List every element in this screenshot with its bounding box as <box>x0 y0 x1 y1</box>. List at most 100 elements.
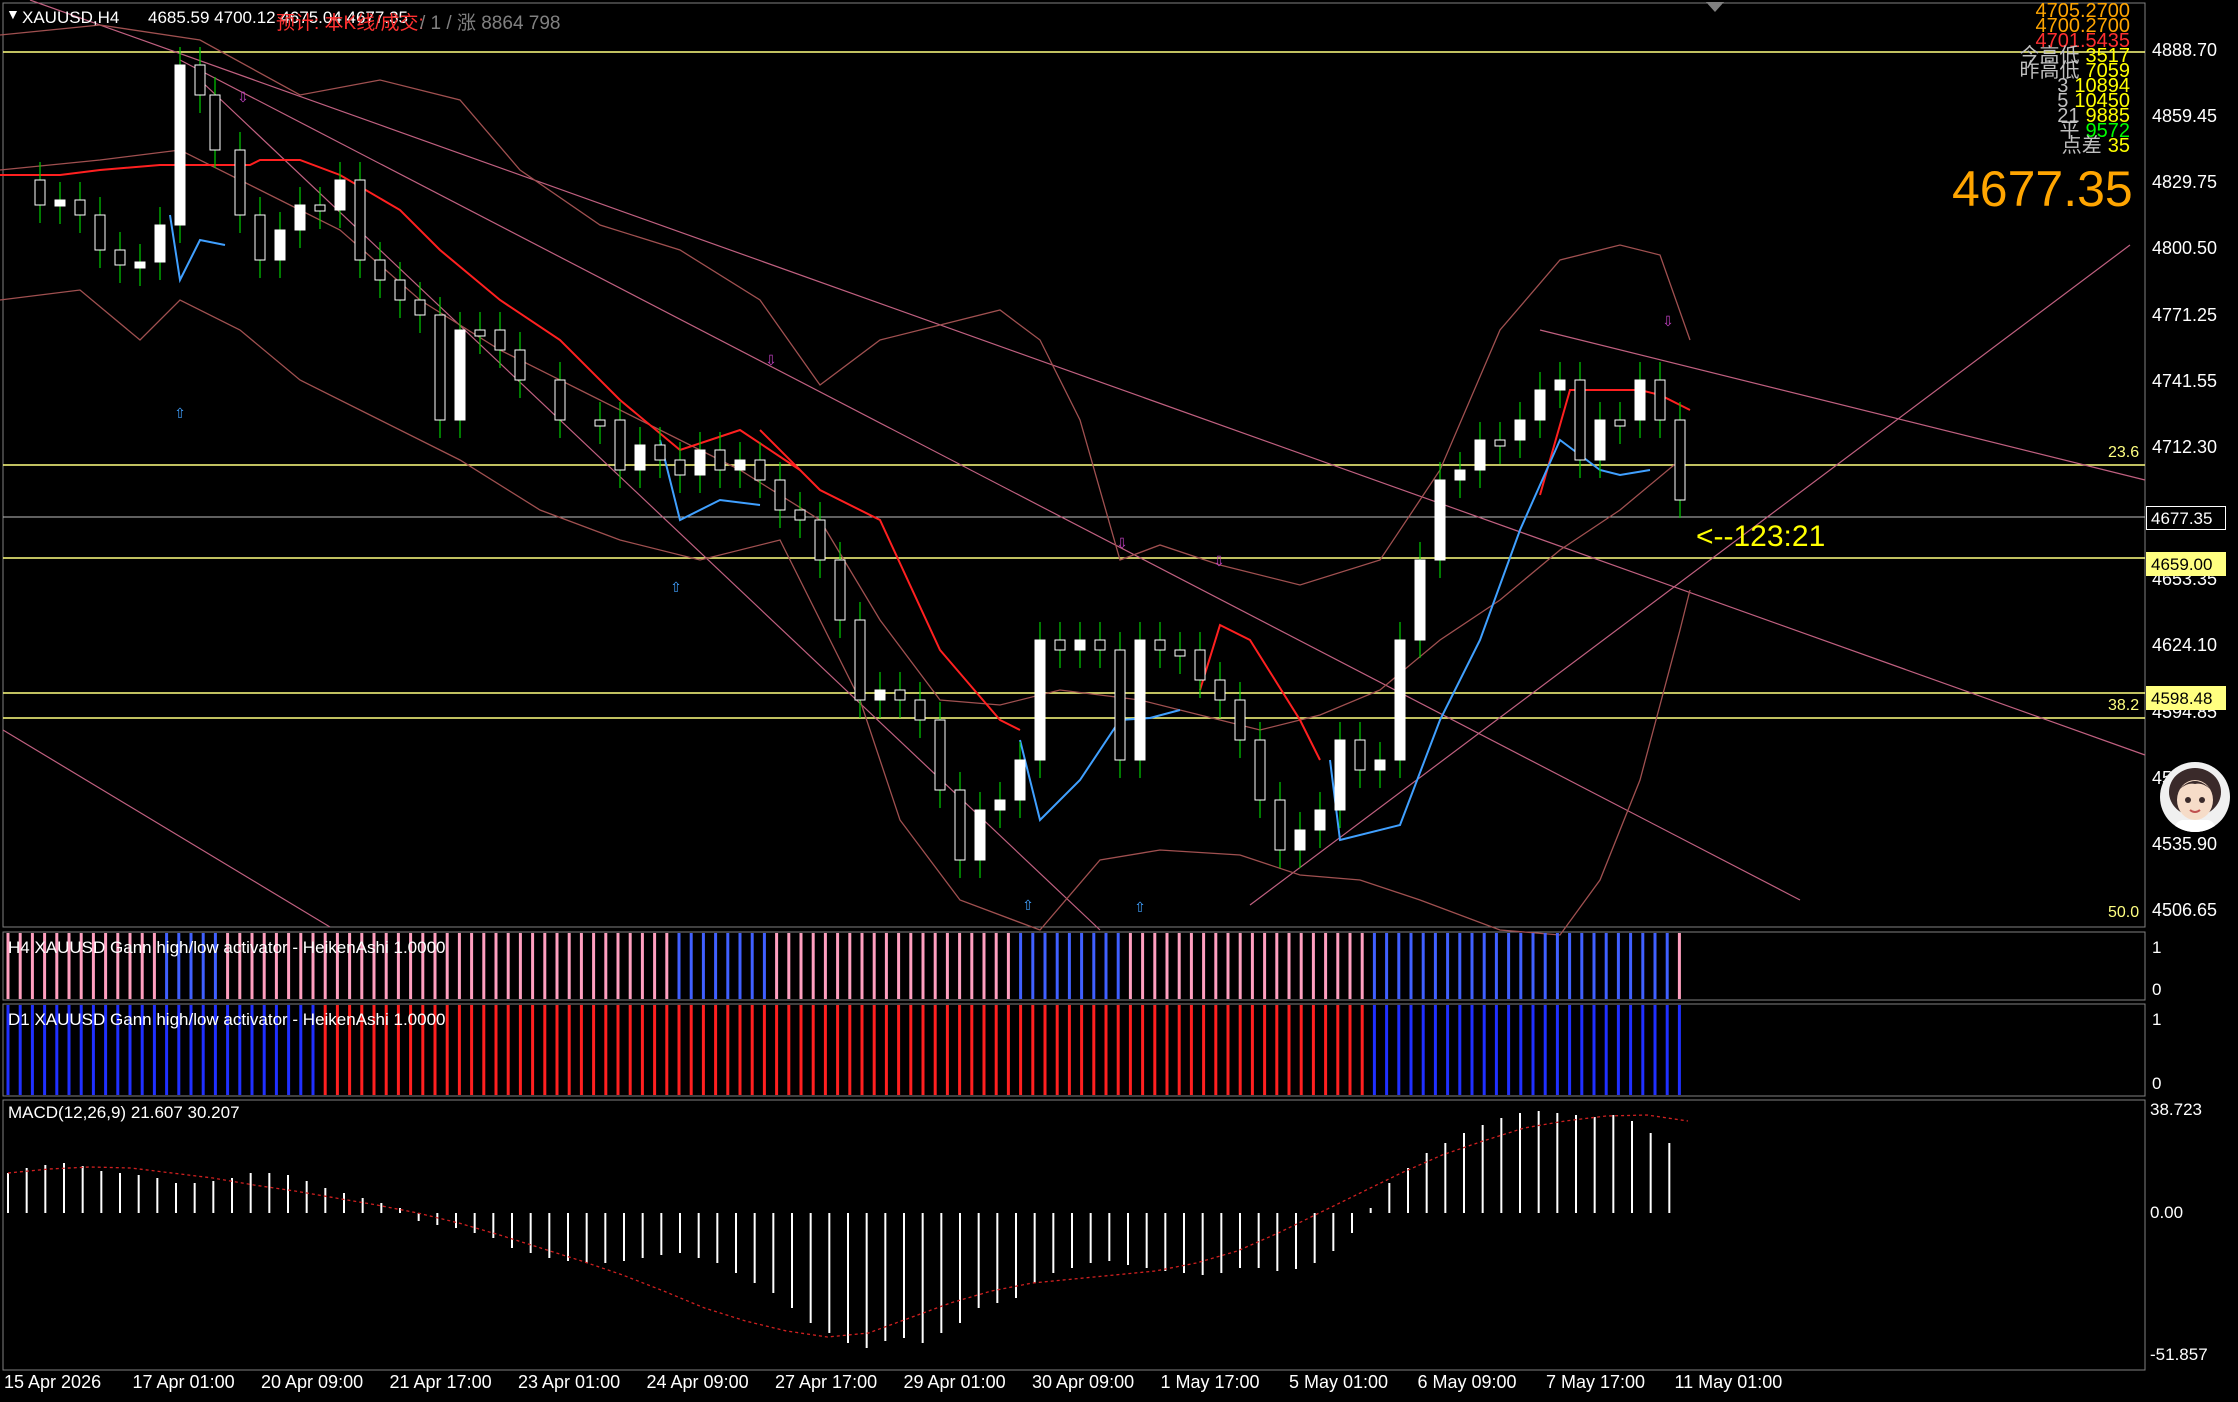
candle-body[interactable] <box>954 789 966 861</box>
candle-body[interactable] <box>1554 379 1566 391</box>
candle-body[interactable] <box>209 94 221 151</box>
candle-body[interactable] <box>694 449 706 476</box>
candle-body[interactable] <box>294 204 306 231</box>
candle-body[interactable] <box>1314 809 1326 831</box>
candle-body[interactable] <box>514 349 526 381</box>
signal-arrow-icon: ⇧ <box>174 406 186 422</box>
candle-body[interactable] <box>354 179 366 261</box>
candle-body[interactable] <box>334 179 346 211</box>
candle-body[interactable] <box>1354 739 1366 771</box>
candle-body[interactable] <box>1154 639 1166 651</box>
candle-body[interactable] <box>174 64 186 226</box>
candle-body[interactable] <box>434 314 446 421</box>
candle-body[interactable] <box>814 519 826 561</box>
d1-scale-top: 1 <box>2152 1010 2162 1029</box>
candle-body[interactable] <box>234 149 246 216</box>
candle-body[interactable] <box>1094 639 1106 651</box>
candle-body[interactable] <box>34 179 46 206</box>
candle-body[interactable] <box>1414 559 1426 641</box>
candle-body[interactable] <box>1674 419 1686 501</box>
candle-body[interactable] <box>1454 469 1466 481</box>
candle-body[interactable] <box>1214 679 1226 701</box>
candle-body[interactable] <box>414 299 426 316</box>
candle-body[interactable] <box>794 509 806 521</box>
candle-body[interactable] <box>774 479 786 511</box>
candle-body[interactable] <box>834 559 846 621</box>
candle-body[interactable] <box>1374 759 1386 771</box>
price-tick: 4829.75 <box>2152 172 2218 193</box>
candle-body[interactable] <box>1054 639 1066 651</box>
candle-body[interactable] <box>854 619 866 701</box>
trendline-2[interactable] <box>179 59 1801 901</box>
candle-body[interactable] <box>254 214 266 261</box>
trendline-1[interactable] <box>29 0 2146 756</box>
candle-body[interactable] <box>1434 479 1446 561</box>
candle-body[interactable] <box>874 689 886 701</box>
candle-body[interactable] <box>554 379 566 421</box>
candle-body[interactable] <box>1114 649 1126 761</box>
window-menu-triangle[interactable]: ▼ <box>6 6 20 22</box>
candle-body[interactable] <box>1474 439 1486 471</box>
candle-body[interactable] <box>1274 799 1286 851</box>
candle-body[interactable] <box>54 199 66 207</box>
candle-body[interactable] <box>1234 699 1246 741</box>
candle-body[interactable] <box>614 419 626 471</box>
candle-body[interactable] <box>1194 649 1206 681</box>
candle-body[interactable] <box>394 279 406 301</box>
candle-body[interactable] <box>1254 739 1266 801</box>
candle-body[interactable] <box>594 419 606 427</box>
candle-body[interactable] <box>714 449 726 471</box>
candle-body[interactable] <box>994 799 1006 811</box>
candle-body[interactable] <box>1594 419 1606 461</box>
trendline-4[interactable] <box>1539 329 2146 481</box>
candle-body[interactable] <box>934 719 946 791</box>
trendline-5[interactable] <box>1249 244 2131 906</box>
signal-arrows: ⇧ ⇧ ⇧ ⇧ ⇩ ⇩ ⇩ ⇩ ⇩ <box>174 90 1674 916</box>
candle-body[interactable] <box>454 329 466 421</box>
candle-body[interactable] <box>894 689 906 701</box>
candle-body[interactable] <box>154 224 166 263</box>
candle-body[interactable] <box>914 699 926 721</box>
candle-body[interactable] <box>374 259 386 281</box>
price-tick: 4800.50 <box>2152 238 2218 259</box>
candle-body[interactable] <box>1074 639 1086 651</box>
avatar[interactable] <box>2160 762 2230 832</box>
candle-body[interactable] <box>674 459 686 476</box>
time-tick: 27 Apr 17:00 <box>775 1372 878 1392</box>
candle-body[interactable] <box>1134 639 1146 761</box>
candle-body[interactable] <box>1174 649 1186 657</box>
candlesticks[interactable] <box>34 47 1686 878</box>
candle-body[interactable] <box>494 329 506 351</box>
candle-body[interactable] <box>1514 419 1526 441</box>
overlay-dark-text: / 1 / 涨 8864 798 <box>420 13 561 34</box>
candle-body[interactable] <box>1394 639 1406 761</box>
candle-body[interactable] <box>274 229 286 261</box>
candle-body[interactable] <box>754 459 766 481</box>
candle-body[interactable] <box>1534 389 1546 421</box>
candle-body[interactable] <box>1654 379 1666 421</box>
candle-body[interactable] <box>474 329 486 337</box>
candle-body[interactable] <box>1034 639 1046 761</box>
candle-body[interactable] <box>1494 439 1506 447</box>
candle-body[interactable] <box>634 444 646 471</box>
trendline-6[interactable] <box>2 729 331 928</box>
signal-arrow-icon: ⇩ <box>1213 554 1225 570</box>
candle-body[interactable] <box>974 809 986 861</box>
candle-body[interactable] <box>654 444 666 461</box>
candle-body[interactable] <box>734 459 746 471</box>
candle-body[interactable] <box>1014 759 1026 801</box>
shift-marker-icon[interactable] <box>1706 2 1724 12</box>
candle-body[interactable] <box>114 249 126 266</box>
candle-body[interactable] <box>94 214 106 251</box>
h4-indicator-label: H4 XAUUSD Gann high/low activator - Heik… <box>8 938 446 957</box>
candle-body[interactable] <box>314 204 326 212</box>
candle-body[interactable] <box>134 261 146 269</box>
candle-body[interactable] <box>194 64 206 96</box>
candle-body[interactable] <box>1634 379 1646 421</box>
candle-body[interactable] <box>1614 419 1626 427</box>
candle-body[interactable] <box>1334 739 1346 811</box>
chart-canvas[interactable]: ⇧ ⇧ ⇧ ⇧ ⇩ ⇩ ⇩ ⇩ ⇩ <box>0 0 2238 1402</box>
candle-body[interactable] <box>74 199 86 216</box>
candle-body[interactable] <box>1574 379 1586 461</box>
candle-body[interactable] <box>1294 829 1306 851</box>
